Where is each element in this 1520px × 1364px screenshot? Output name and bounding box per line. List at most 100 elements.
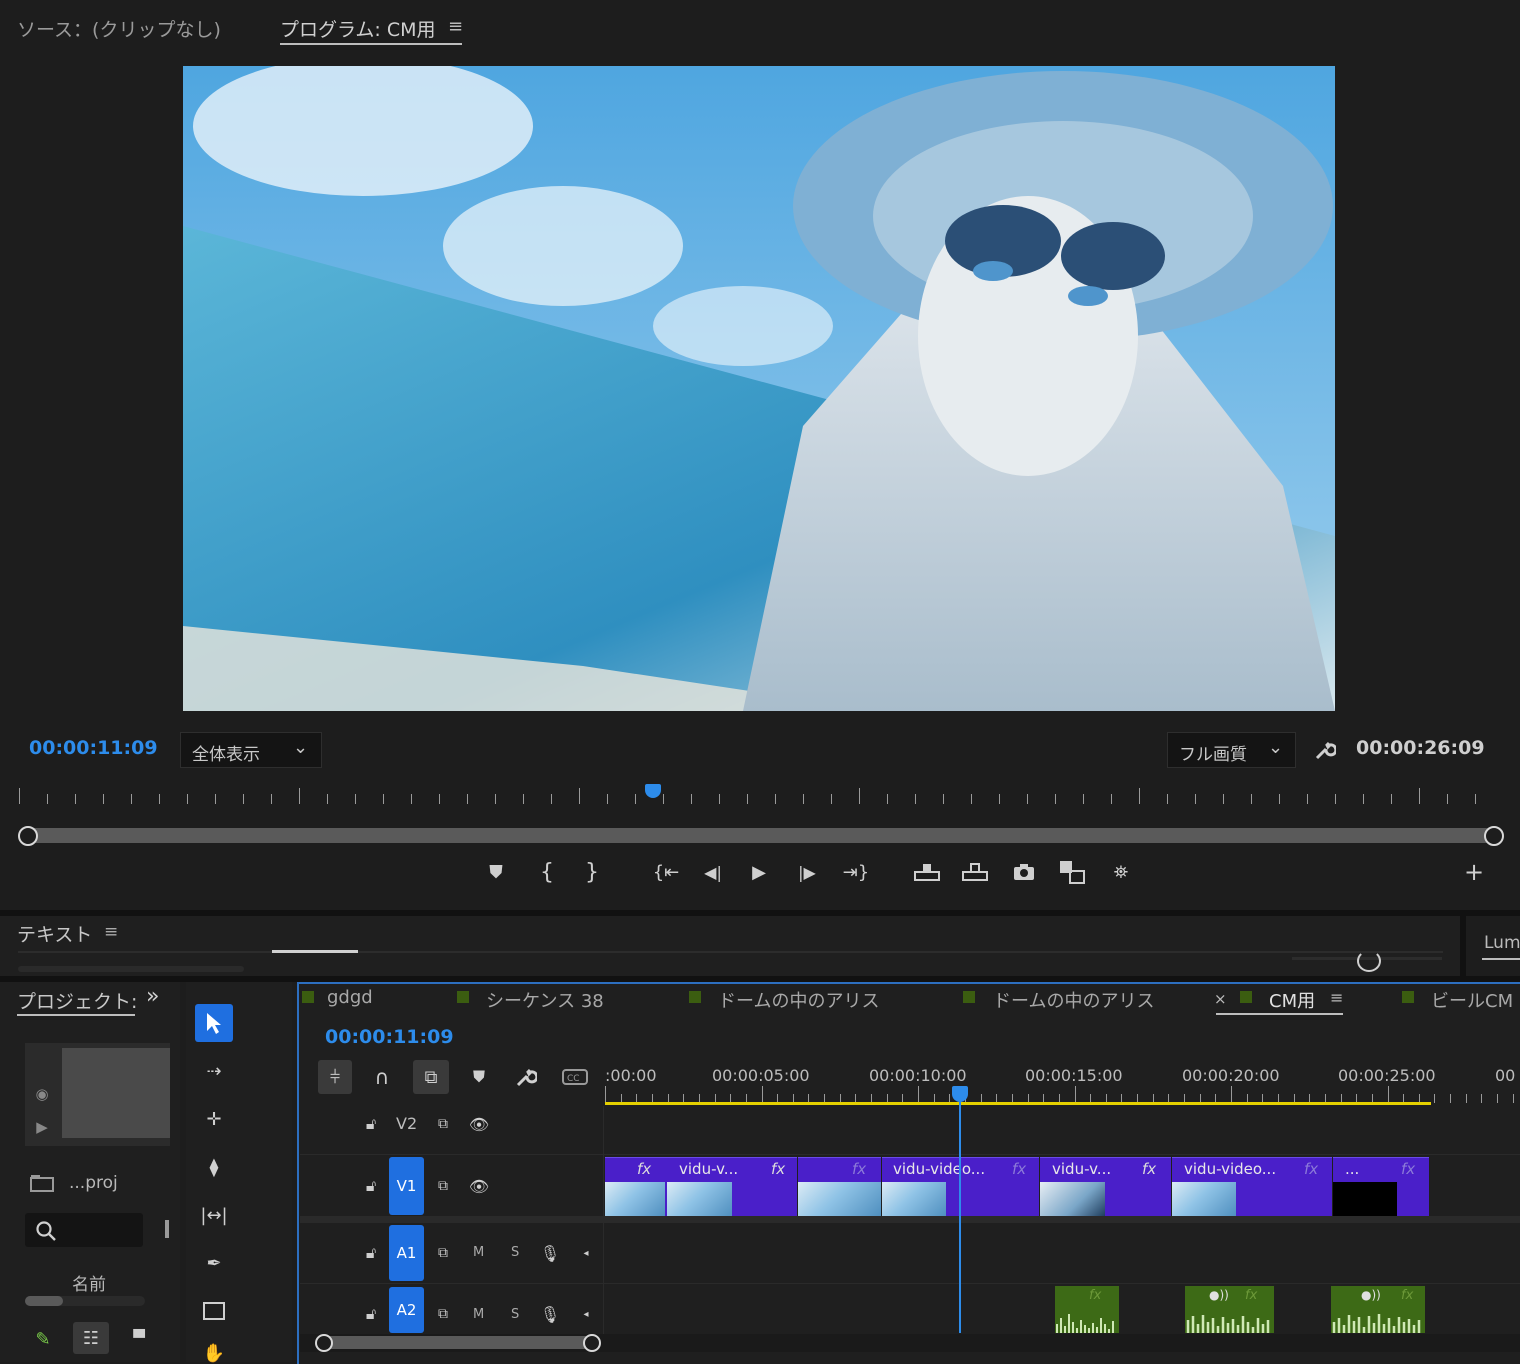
work-area-bar[interactable] <box>605 1102 1431 1105</box>
program-zoom-scrollbar[interactable] <box>27 828 1493 843</box>
eye-icon[interactable]: 👁︎ <box>466 1174 492 1198</box>
ruler-tick <box>1167 794 1168 804</box>
sequence-tab[interactable]: gdgd <box>327 987 373 1008</box>
mark-out-icon[interactable]: } <box>580 860 604 885</box>
vr-toggle-icon[interactable]: ⛯ <box>1107 860 1135 884</box>
program-tab-title[interactable]: プログラム: CM用 <box>280 15 436 42</box>
lock-icon[interactable]: 🔓︎ <box>360 1302 382 1326</box>
close-tab-icon[interactable]: × <box>1214 990 1227 1008</box>
video-clip[interactable]: fx vidu-v... fx <box>605 1157 797 1216</box>
timeline-current-time[interactable]: 00:00:11:09 <box>325 1026 454 1048</box>
audio-clip[interactable]: fx <box>1055 1286 1119 1333</box>
lock-icon[interactable]: 🔓︎ <box>360 1174 382 1198</box>
timeline-scrollbar-thumb[interactable] <box>324 1336 592 1349</box>
sync-lock-icon[interactable]: ⧉ <box>430 1302 456 1326</box>
ruler-tick <box>1512 1094 1514 1103</box>
video-clip[interactable]: fx <box>798 1157 881 1216</box>
program-menu-icon[interactable]: ≡ <box>448 16 463 37</box>
camera-icon[interactable] <box>1011 860 1037 884</box>
sync-lock-icon[interactable]: ⧉ <box>430 1112 456 1136</box>
poster-frame-icon[interactable]: ◉ <box>30 1083 54 1105</box>
text-panel-menu-icon[interactable]: ≡ <box>104 922 118 942</box>
sequence-tab[interactable]: ビールCM <box>1431 987 1513 1013</box>
add-marker-icon[interactable]: ⛊ <box>484 860 508 884</box>
sync-lock-icon[interactable]: ⧉ <box>430 1174 456 1198</box>
microphone-icon[interactable]: 🎙︎ <box>538 1241 562 1265</box>
slip-tool-icon[interactable]: |↔| <box>196 1202 232 1228</box>
voice-over-arrow-icon[interactable]: ◂ <box>576 1302 596 1326</box>
go-to-out-icon[interactable]: ⇥} <box>842 860 870 884</box>
snap-magnet-icon[interactable]: ∩ <box>368 1064 396 1090</box>
track-target-a1[interactable]: A1 <box>389 1225 424 1281</box>
compare-view-icon[interactable] <box>1057 858 1087 886</box>
lock-icon[interactable]: 🔓︎ <box>360 1241 382 1265</box>
timeline-zoom-handle-left[interactable] <box>315 1334 333 1352</box>
ripple-edit-tool-icon[interactable]: ✛ <box>198 1106 230 1132</box>
lock-icon[interactable]: 🔓︎ <box>360 1112 382 1136</box>
lumetri-tab[interactable]: Lum <box>1484 933 1520 953</box>
sequence-tab[interactable]: シーケンス 38 <box>486 987 604 1013</box>
sequence-tab[interactable]: ドームの中のアリス <box>718 987 879 1013</box>
pen-tool-icon[interactable]: ✒ <box>198 1250 230 1276</box>
sequence-color-icon <box>457 991 469 1003</box>
add-marker-icon[interactable]: ⛊ <box>466 1064 492 1090</box>
video-clip[interactable]: vidu-v... fx <box>1040 1157 1171 1216</box>
eye-icon[interactable]: 👁︎ <box>466 1112 492 1136</box>
captions-icon[interactable]: CC <box>560 1066 590 1088</box>
source-tab[interactable]: ソース：(クリップなし) <box>17 15 221 42</box>
track-header-separator <box>603 1106 604 1338</box>
microphone-icon[interactable]: 🎙︎ <box>538 1302 562 1326</box>
sync-lock-icon[interactable]: ⧉ <box>430 1241 456 1265</box>
video-clip[interactable]: ... fx <box>1333 1157 1429 1216</box>
panel-overflow-icon[interactable]: » <box>146 984 159 1009</box>
video-clip[interactable]: vidu-video... fx <box>1172 1157 1332 1216</box>
audio-clip[interactable]: ●)) fx <box>1331 1286 1425 1333</box>
pencil-icon[interactable]: ✎ <box>30 1326 56 1352</box>
sequence-tab-active[interactable]: CM用 <box>1269 987 1315 1013</box>
mute-button[interactable]: M <box>473 1307 484 1322</box>
go-to-in-icon[interactable]: {⇤ <box>652 860 680 884</box>
timeline-zoom-handle-right[interactable] <box>583 1334 601 1352</box>
program-current-time[interactable]: 00:00:11:09 <box>29 737 158 759</box>
play-thumbnail-icon[interactable]: ▶ <box>30 1116 54 1138</box>
sequence-tab[interactable]: ドームの中のアリス <box>993 987 1154 1013</box>
ruler-tick <box>775 794 776 804</box>
text-panel-title[interactable]: テキスト <box>17 920 92 947</box>
fx-badge: fx <box>1401 1288 1414 1303</box>
track-target-v1[interactable]: V1 <box>389 1157 424 1215</box>
extract-icon[interactable] <box>960 860 990 884</box>
razor-tool-icon[interactable]: ⧫ <box>198 1154 230 1180</box>
project-scrollbar-thumb[interactable] <box>25 1296 63 1306</box>
ruler-tick <box>495 794 496 804</box>
solo-button[interactable]: S <box>511 1245 519 1260</box>
play-icon[interactable]: ▶ <box>747 860 771 884</box>
hand-tool-icon[interactable]: ✋ <box>198 1342 230 1364</box>
step-back-icon[interactable]: ◀| <box>700 860 726 884</box>
voice-over-arrow-icon[interactable]: ◂ <box>576 1241 596 1265</box>
add-button-icon[interactable]: + <box>1462 858 1486 886</box>
zoom-handle-left[interactable] <box>18 826 38 846</box>
audio-clip[interactable]: ●)) fx <box>1185 1286 1274 1333</box>
text-panel-slider-handle[interactable] <box>1357 950 1381 972</box>
rectangle-tool-icon[interactable] <box>198 1298 230 1324</box>
quality-dropdown[interactable]: フル画質 ⌄ <box>1167 732 1296 768</box>
icon-view-icon[interactable]: ▀ <box>126 1327 152 1349</box>
wrench-icon[interactable] <box>1312 737 1338 763</box>
solo-button[interactable]: S <box>511 1307 519 1322</box>
sequence-menu-icon[interactable]: ≡ <box>1330 988 1343 1007</box>
ruler-tick <box>131 794 132 804</box>
project-panel-title[interactable]: プロジェクト: <box>17 987 137 1014</box>
fit-dropdown[interactable]: 全体表示 ⌄ <box>180 732 322 768</box>
column-header-name[interactable]: 名前 <box>72 1270 106 1295</box>
lift-icon[interactable] <box>912 860 942 884</box>
mute-button[interactable]: M <box>473 1245 484 1260</box>
track-target-a2[interactable]: A2 <box>389 1287 424 1333</box>
mark-in-icon[interactable]: { <box>535 860 559 885</box>
step-forward-icon[interactable]: |▶ <box>794 860 820 884</box>
ruler-label: :00:00 <box>605 1066 657 1085</box>
lumetri-tab-underline <box>1482 958 1520 960</box>
track-select-tool-icon[interactable]: ⇢ <box>198 1058 230 1084</box>
wrench-icon[interactable] <box>513 1064 539 1090</box>
zoom-handle-right[interactable] <box>1484 826 1504 846</box>
program-time-ruler[interactable] <box>0 780 1520 810</box>
